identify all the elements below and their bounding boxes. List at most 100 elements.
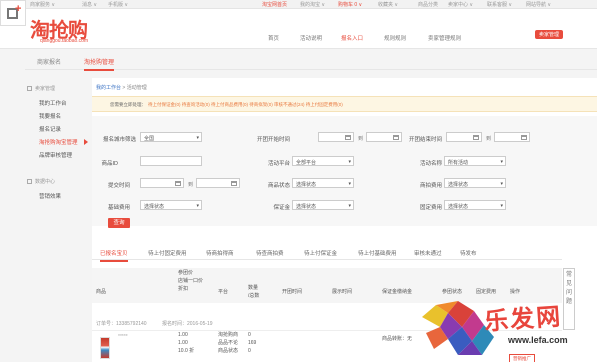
item-id-input[interactable] — [140, 156, 202, 166]
col-fixed-fee: 固定费用 — [476, 289, 497, 295]
activity-select[interactable]: 所有活动 ▾ — [444, 156, 506, 166]
seller-manage-button[interactable]: 卖家管理 — [535, 30, 564, 39]
topbar-link[interactable]: 收藏夹 ∨ — [378, 1, 398, 8]
settings-icon — [27, 86, 32, 92]
site-header: 淘抢购 qianggou.taobao.com 首页 活动说明 报名入口 规则规… — [0, 9, 597, 49]
chevron-down-icon: ▾ — [500, 203, 503, 209]
nav-item-seller-rules[interactable]: 卖家管理规则 — [428, 34, 461, 42]
topbar-link[interactable]: 商家服务 ∨ — [30, 1, 55, 8]
sidebar-group-data: 数据中心 — [27, 178, 55, 185]
city-select[interactable]: 全国 ▾ — [140, 132, 202, 142]
platform-label: 活动平台 — [267, 161, 290, 167]
topbar-link[interactable]: 消息 ∨ — [82, 1, 97, 8]
tab-deposit[interactable]: 待上付保证金 — [304, 249, 337, 257]
submit-time-label: 提交时间 — [107, 183, 130, 189]
start-time-label: 开团开始时间 — [256, 137, 290, 143]
topbar-link[interactable]: 淘宝网首页 — [262, 1, 287, 8]
active-arrow-icon — [84, 139, 88, 145]
tab-pending-fee[interactable]: 待查商拍费 — [256, 249, 284, 257]
filter-form: 报名城市筛选 全国 ▾ 开团开始时间 到 开团结束时间 到 商品ID 活动平台 全… — [92, 116, 597, 226]
end-time-from-input[interactable] — [446, 132, 482, 142]
notice-lead: 您需要立即处理： — [110, 102, 146, 107]
topbar-link[interactable]: 网站导航 ∨ — [526, 1, 551, 8]
sidebar-item-workbench[interactable]: 我的工作台 — [39, 99, 67, 107]
col-platform: 平台 — [218, 289, 229, 295]
topbar-link[interactable]: 联系客服 ∨ — [487, 1, 512, 8]
start-time-to-input[interactable] — [366, 132, 402, 142]
submit-time-from-input[interactable] — [140, 178, 184, 188]
main-tabs: 商家报名 淘抢购管理 — [25, 52, 597, 71]
fee-select[interactable]: 选择状态 ▾ — [444, 178, 506, 188]
nav-item-rules[interactable]: 规则规则 — [384, 34, 406, 42]
col-deposit: 保证金缴纳金 — [382, 289, 413, 295]
end-time-label: 开团结束时间 — [408, 137, 442, 143]
price-cell: 1.00 1.00 10.0 折 — [178, 332, 195, 354]
nav-item-home[interactable]: 首页 — [268, 34, 279, 42]
chevron-down-icon: ▾ — [500, 159, 503, 165]
tab-pending-review[interactable]: 待商拍得商 — [206, 249, 234, 257]
sidebar-item-signup[interactable]: 我要报名 — [39, 112, 61, 120]
status-tabs: 已报名宝贝 待上付固定费用 待商拍得商 待查商拍费 待上付保证金 待上付基础费用… — [92, 245, 562, 262]
base-fee-label: 基础费用 — [107, 205, 130, 211]
sidebar-group-seller: 卖家管理 — [27, 85, 55, 92]
logo-subtitle: qianggou.taobao.com — [40, 38, 89, 44]
tab-rejected[interactable]: 审核未通过 — [414, 249, 442, 257]
chevron-down-icon: ▾ — [500, 181, 503, 187]
col-product: 商品 — [96, 289, 107, 295]
calendar-icon — [231, 181, 237, 186]
tab-signed-up[interactable]: 已报名宝贝 — [100, 249, 128, 262]
deposit-label: 保证金 — [273, 205, 290, 211]
start-time-from-input[interactable] — [318, 132, 354, 142]
sidebar-item-marketing[interactable]: 营销效果 — [39, 192, 61, 200]
platform-select[interactable]: 全部平台 ▾ — [292, 156, 354, 166]
fixed-fee-label: 固定费用 — [419, 205, 442, 211]
watermark-logo: 乐发网 www.lefa.com — [418, 297, 588, 359]
fixed-fee-select[interactable]: 选择状态 ▾ — [444, 200, 506, 210]
product-thumbnail[interactable] — [100, 337, 110, 359]
new-window-icon[interactable]: + — [0, 0, 26, 26]
col-op: 操作 — [510, 289, 521, 295]
breadcrumb-link[interactable]: 我的工作台 — [96, 85, 121, 91]
chevron-down-icon: ▾ — [348, 203, 351, 209]
nav-item-signup[interactable]: 报名入口 — [341, 34, 363, 42]
topbar-link[interactable]: 购物车 0 ∨ — [338, 1, 362, 8]
end-time-to-input[interactable] — [494, 132, 530, 142]
query-button[interactable]: 查询 — [108, 218, 130, 228]
sidebar-item-brand[interactable]: 品牌审核管理 — [39, 151, 72, 159]
topbar-link[interactable]: 我的淘宝 ∨ — [300, 1, 325, 8]
sidebar-item-qianggou[interactable]: 淘抢购淘宝管理 — [39, 138, 78, 146]
nav-item-activity[interactable]: 活动说明 — [300, 34, 322, 42]
col-price: 参团价 店铺一口价 折扣 — [178, 270, 204, 292]
chart-icon — [27, 179, 32, 185]
breadcrumb-current: 活动管理 — [126, 85, 147, 91]
col-group-time: 开团时间 — [282, 289, 303, 295]
chevron-down-icon: ▾ — [348, 159, 351, 165]
tab-merchant-signup[interactable]: 商家报名 — [37, 57, 61, 66]
tab-pending-publish[interactable]: 待发布 — [460, 249, 477, 257]
order-date: 报名时间：2016-05-19 — [162, 321, 213, 327]
range-to-label: 到 — [358, 136, 364, 142]
range-to-label: 到 — [486, 136, 492, 142]
chevron-down-icon: ▾ — [196, 203, 199, 209]
topbar-link[interactable]: 商品分类 — [418, 1, 438, 8]
tab-fixed-fee[interactable]: 待上付固定费用 — [148, 249, 187, 257]
submit-time-to-input[interactable] — [196, 178, 240, 188]
deposit-select[interactable]: 选择状态 ▾ — [292, 200, 354, 210]
tab-qianggou-manage[interactable]: 淘抢购管理 — [84, 57, 115, 71]
notice-links[interactable]: 待上付保证金(0) 待查询活动(0) 待上付商品费用(0) 待商拟架(0) 审核… — [148, 102, 343, 108]
watermark-url: www.lefa.com — [508, 335, 568, 345]
base-fee-select[interactable]: 选择状态 ▾ — [140, 200, 202, 210]
chevron-down-icon: ▾ — [196, 135, 199, 141]
tab-base-fee[interactable]: 待上付基础费用 — [358, 249, 397, 257]
product-name[interactable]: ***** — [118, 333, 128, 341]
calendar-icon — [521, 135, 527, 140]
platform-cell: 淘抢购商 品品不论 商品状态 — [218, 332, 239, 354]
chevron-down-icon: ▾ — [348, 181, 351, 187]
watermark-text: 乐发网 — [483, 301, 564, 336]
sidebar-item-records[interactable]: 报名记录 — [39, 125, 61, 133]
item-status-select[interactable]: 选择状态 ▾ — [292, 178, 354, 188]
topbar-link[interactable]: 手机版 ∨ — [108, 1, 128, 8]
topbar-link[interactable]: 卖家中心 ∨ — [448, 1, 473, 8]
range-to-label: 到 — [188, 182, 194, 188]
notice-bar: 您需要立即处理： 待上付保证金(0) 待查询活动(0) 待上付商品费用(0) 待… — [92, 96, 597, 112]
